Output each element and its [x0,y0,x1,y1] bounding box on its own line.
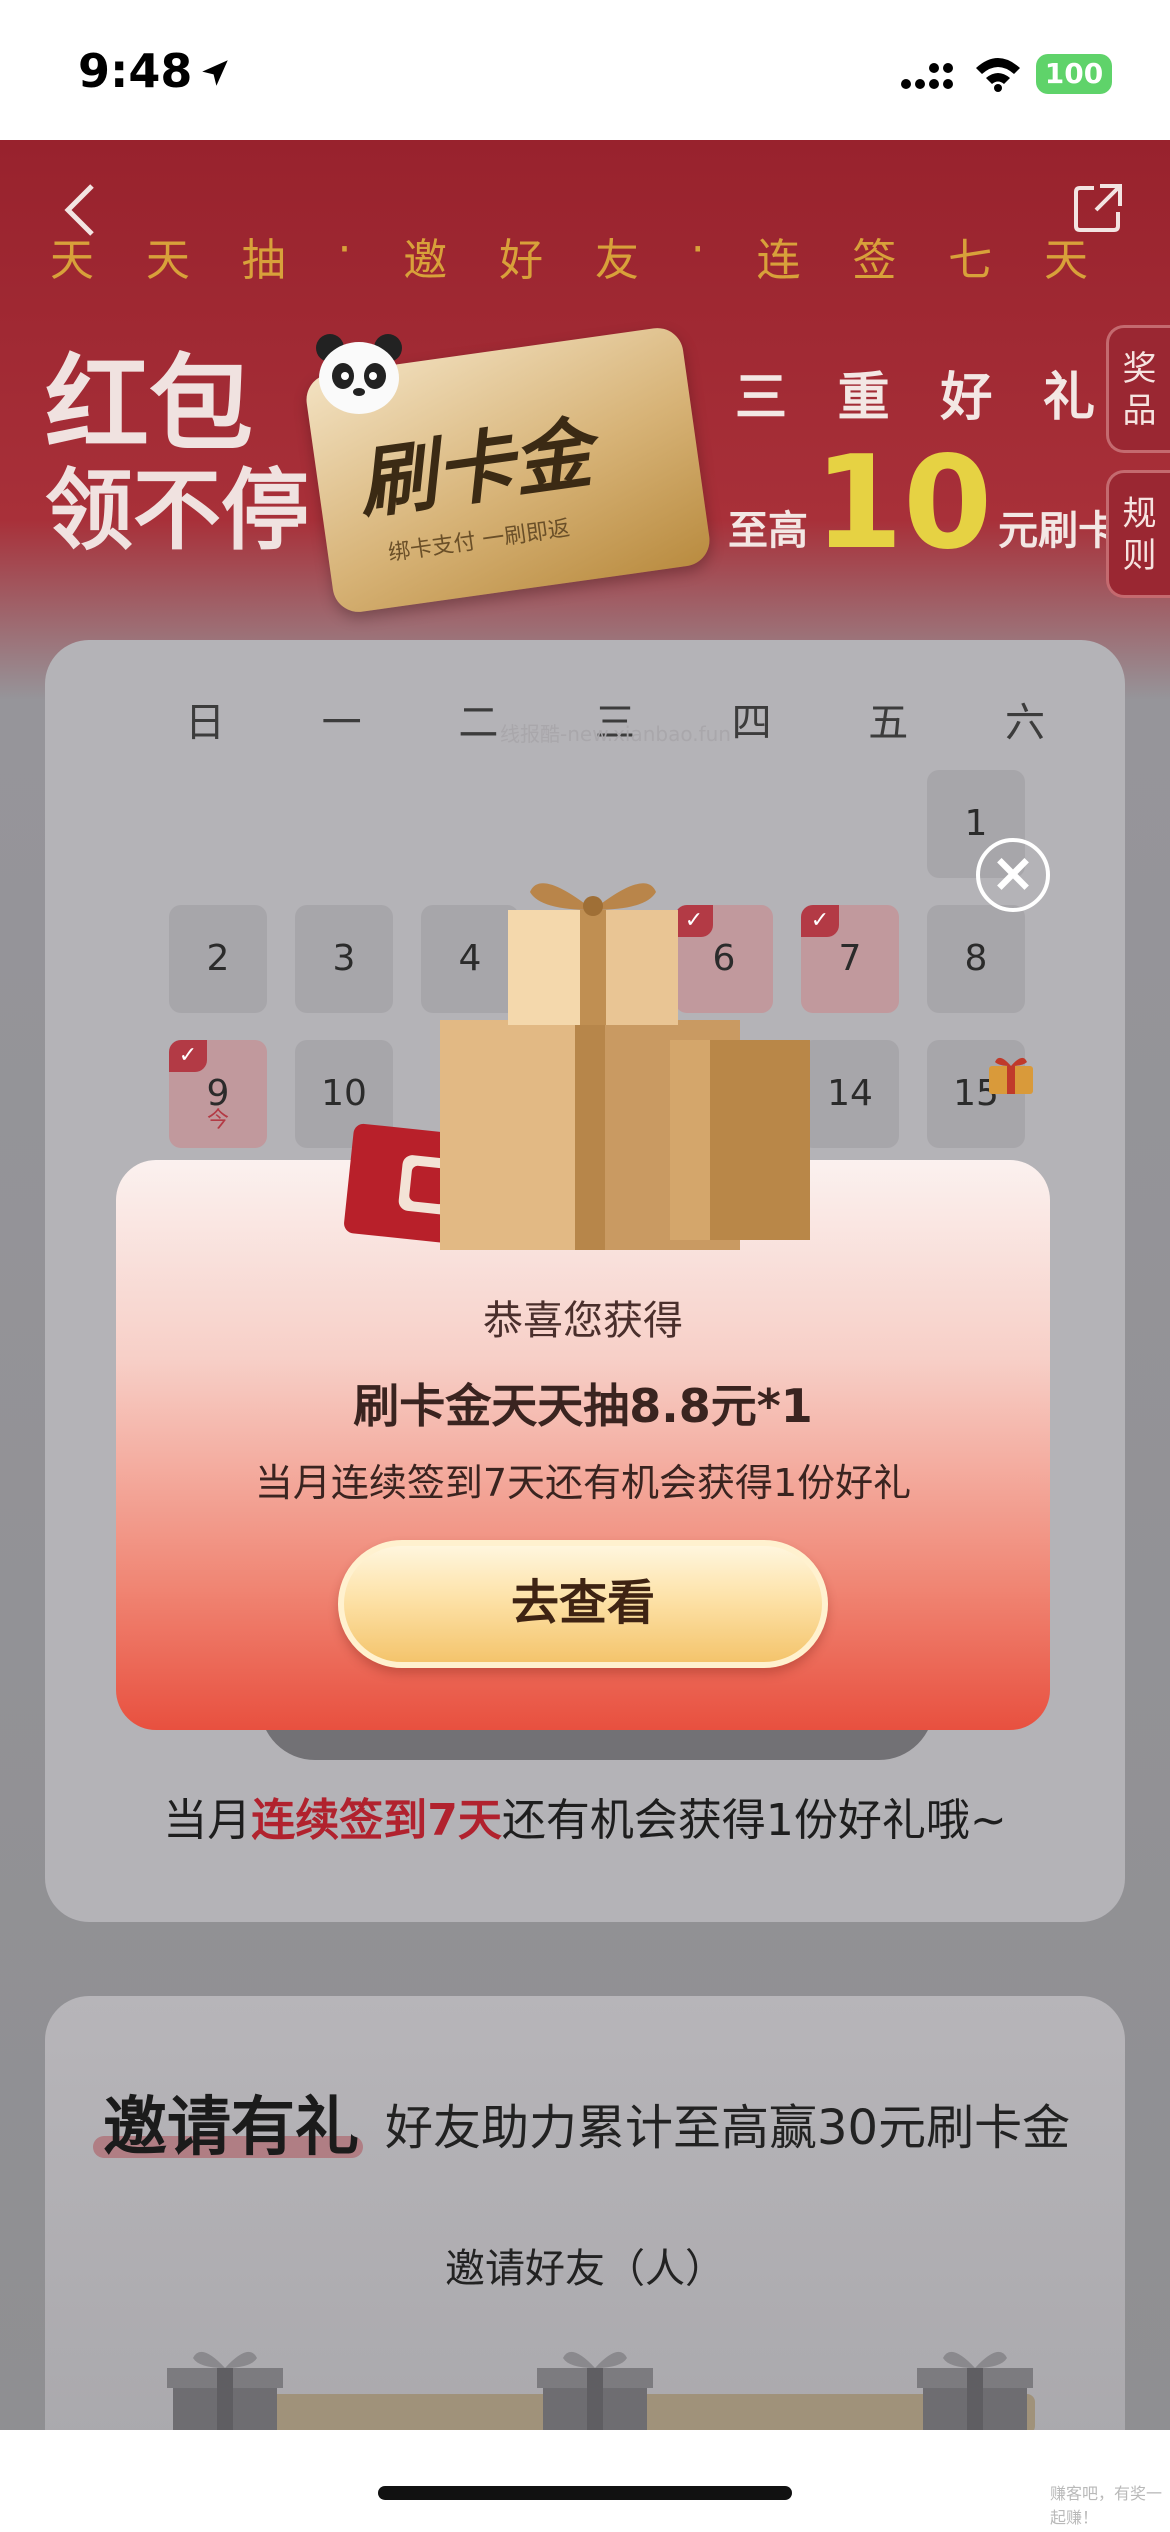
panda-mascot-icon [316,334,402,414]
modal-prize: 刷卡金天天抽8.8元*1 [353,1379,813,1433]
view-button[interactable]: 去查看 [338,1540,828,1668]
cellular-signal-icon [901,63,953,89]
calendar-day-today[interactable]: 9 ✓ 今 [169,1040,267,1148]
location-arrow-icon [202,60,228,86]
watermark: 线报酷-new.xianbao.fun [500,722,731,746]
calendar-day[interactable]: 2 [169,905,267,1013]
invite-title: 邀请有礼 [103,2091,359,2165]
wifi-icon [976,58,1020,92]
modal-description: 当月连续签到7天还有机会获得1份好礼 [254,1461,912,1505]
invite-panel: 邀请有礼 好友助力累计至高赢30元刷卡金 邀请好友（人） [45,1996,1125,2476]
check-icon: ✓ [169,1040,207,1072]
close-icon[interactable]: × [976,838,1050,912]
rules-tab[interactable]: 规则 [1106,470,1170,598]
hero-title: 红包 领不停 [45,343,310,563]
gift-boxes-icon [344,883,810,1250]
day-number: 7 [838,938,862,979]
gift-icon [989,1057,1033,1094]
battery-icon: 100 [1036,54,1112,94]
prizes-tab[interactable]: 奖品 [1106,325,1170,453]
invite-count-label: 邀请好友（人） [445,2246,725,2292]
calendar-day[interactable]: 8 [927,905,1025,1013]
home-indicator-area [0,2430,1170,2532]
modal-heading: 恭喜您获得 [483,1298,683,1344]
slogan: 天 天 抽 · 邀 好 友 · 连 签 七 天 [50,224,1090,286]
status-bar: 9:48 100 [0,0,1170,140]
max-reward: 至高 10 元刷卡金 [728,429,1159,578]
home-indicator[interactable] [378,2486,792,2500]
corner-watermark: 赚客吧，有奖一起赚！ [1050,2484,1163,2527]
status-time: 9:48 [78,44,193,98]
today-label: 今 [206,1108,229,1133]
calendar-note: 当月连续签到7天还有机会获得1份好礼哦~ [163,1795,1007,1846]
invite-subtitle: 好友助力累计至高赢30元刷卡金 [385,2100,1071,2156]
three-gifts-title: 三 重 好 礼 [735,368,1095,428]
